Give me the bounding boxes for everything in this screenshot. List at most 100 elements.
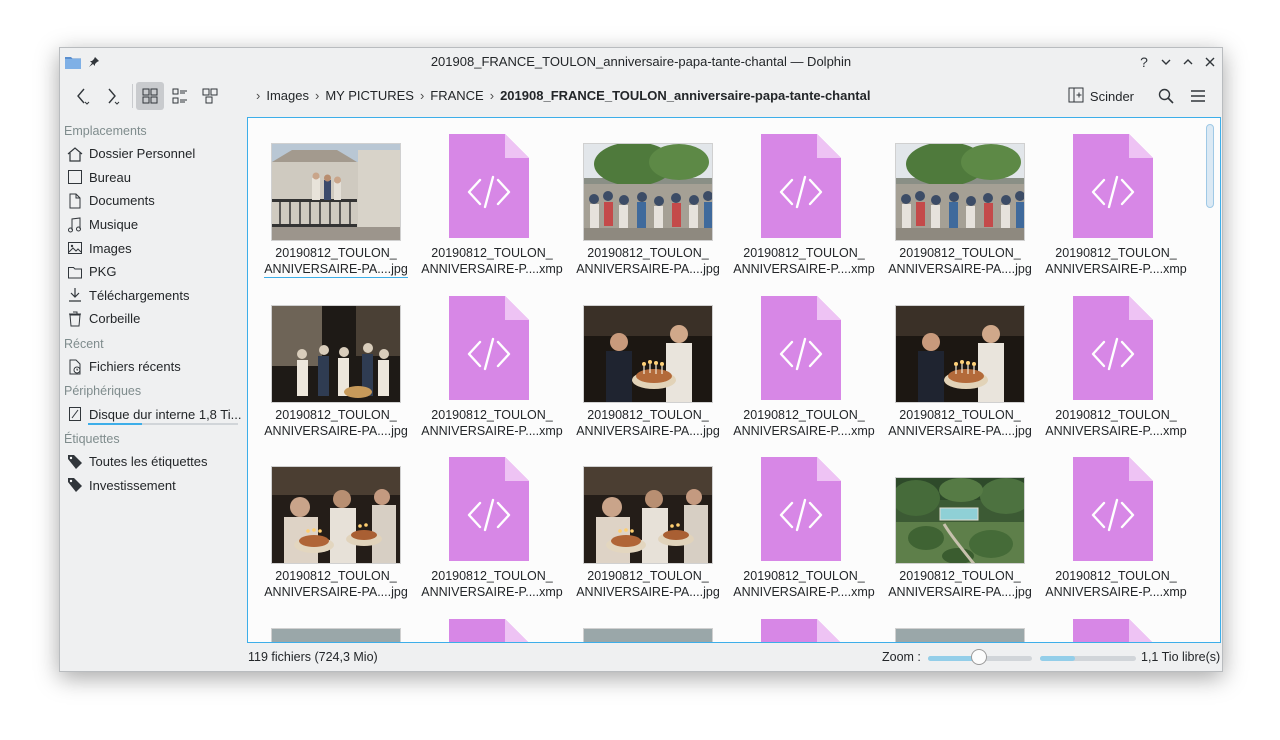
sidebar-item-recent-files[interactable]: Fichiers récents xyxy=(60,355,245,379)
sidebar-item-home[interactable]: Dossier Personnel xyxy=(60,142,245,166)
file-item-jpg[interactable]: 20190812_TOULON_ ANNIVERSAIRE-PA....jpg xyxy=(872,280,1032,440)
file-name-line2: ANNIVERSAIRE-P....xmp xyxy=(421,424,563,438)
sidebar-item-documents[interactable]: Documents xyxy=(60,189,245,213)
file-view[interactable]: 20190812_TOULON_ ANNIVERSAIRE-PA....jpg 20… xyxy=(247,117,1221,643)
tag-icon xyxy=(66,453,84,471)
folder-summary: 119 fichiers (724,3 Mio) xyxy=(248,650,378,664)
main-toolbar: › Images › MY PICTURES › FRANCE › 201908… xyxy=(60,76,1222,116)
file-name-line2: ANNIVERSAIRE-PA....jpg xyxy=(264,424,408,438)
sidebar-item-tag-investissement[interactable]: Investissement xyxy=(60,474,245,498)
breadcrumb-item-france[interactable]: FRANCE xyxy=(430,88,483,103)
sidebar-item-label: Disque dur interne 1,8 Ti... xyxy=(89,406,242,422)
file-item-xmp[interactable]: 20190812_TOULON_ ANNIVERSAIRE-P....xmp xyxy=(1028,441,1187,601)
file-item-jpg[interactable]: 20190812_TOULON_ ANNIVERSAIRE-PA....jpg xyxy=(248,280,408,440)
file-item-xmp[interactable]: 20190812_TOULON_ ANNIVERSAIRE-P....xmp xyxy=(404,280,563,440)
file-item-jpg[interactable]: 20190812_TOULON_ ANNIVERSAIRE-PA....jpg xyxy=(872,118,1032,278)
file-item-jpg[interactable]: 20190812_TOULON_ ANNIVERSAIRE-PA....jpg xyxy=(248,118,408,278)
file-name-line1: 20190812_TOULON_ xyxy=(587,408,709,422)
file-item-xmp[interactable]: 20190812_TOULON_ ANNIVERSAIRE-P....xmp xyxy=(716,441,875,601)
file-item-jpg[interactable]: 20190812_TOULON_ ANNIVERSAIRE-PA....jpg xyxy=(560,118,720,278)
pictures-icon xyxy=(66,239,84,257)
sidebar-item-all-tags[interactable]: Toutes les étiquettes xyxy=(60,450,245,474)
file-item-xmp[interactable]: 20190812_TOULON_ ANNIVERSAIRE-P....xmp xyxy=(716,280,875,440)
sidebar-item-pkg[interactable]: PKG xyxy=(60,260,245,284)
back-button[interactable] xyxy=(68,82,96,110)
photo-thumbnail xyxy=(895,305,1025,403)
file-name-line1: 20190812_TOULON_ xyxy=(587,246,709,260)
download-icon xyxy=(66,286,84,304)
xmp-file-icon xyxy=(449,296,529,400)
recent-files-icon xyxy=(66,358,84,376)
sidebar-item-downloads[interactable]: Téléchargements xyxy=(60,284,245,308)
file-item-jpg[interactable]: 20190812_TOULON_ ANNIVERSAIRE-PA....jpg xyxy=(560,441,720,601)
file-item-xmp[interactable]: 20190812_TOULON_ ANNIVERSAIRE-P....xmp xyxy=(716,118,875,278)
photo-thumbnail xyxy=(895,477,1025,564)
section-devices: Périphériques xyxy=(64,384,142,399)
file-item-jpg[interactable] xyxy=(560,603,713,642)
xmp-file-icon xyxy=(1073,619,1153,642)
file-item-jpg[interactable]: 20190812_TOULON_ ANNIVERSAIRE-PA....jpg xyxy=(872,441,1032,601)
search-button[interactable] xyxy=(1152,82,1180,110)
split-view-button[interactable]: Scinder xyxy=(1062,82,1140,110)
file-name-line2: ANNIVERSAIRE-P....xmp xyxy=(421,585,563,599)
maximize-button[interactable] xyxy=(1178,52,1198,72)
file-item-xmp[interactable]: 20190812_TOULON_ ANNIVERSAIRE-P....xmp xyxy=(1028,280,1187,440)
breadcrumb-item-current-folder[interactable]: 201908_FRANCE_TOULON_anniversaire-papa-t… xyxy=(500,88,870,103)
folder-icon xyxy=(66,263,84,281)
sidebar-item-desktop[interactable]: Bureau xyxy=(60,166,245,190)
file-item-xmp[interactable]: 20190812_TOULON_ ANNIVERSAIRE-P....xmp xyxy=(404,118,563,278)
sidebar-item-label: Investissement xyxy=(89,477,176,493)
sidebar-item-pictures[interactable]: Images xyxy=(60,236,245,260)
minimize-button[interactable] xyxy=(1156,52,1176,72)
compact-view-button[interactable] xyxy=(166,82,194,110)
help-button[interactable]: ? xyxy=(1134,52,1154,72)
zoom-slider-handle[interactable] xyxy=(971,649,987,665)
photo-thumbnail xyxy=(895,143,1025,241)
section-tags: Étiquettes xyxy=(64,431,120,446)
menu-button[interactable] xyxy=(1184,82,1212,110)
file-name-line2: ANNIVERSAIRE-PA....jpg xyxy=(264,262,408,278)
vertical-scrollbar[interactable] xyxy=(1206,124,1214,208)
file-name-line2: ANNIVERSAIRE-P....xmp xyxy=(1045,262,1187,276)
file-name-line1: 20190812_TOULON_ xyxy=(743,408,865,422)
file-item-jpg[interactable]: 20190812_TOULON_ ANNIVERSAIRE-PA....jpg xyxy=(560,280,720,440)
breadcrumb-item-images[interactable]: Images xyxy=(266,88,309,103)
sidebar-item-label: Dossier Personnel xyxy=(89,146,196,162)
breadcrumb-chevron-icon: › xyxy=(419,88,425,103)
forward-button[interactable] xyxy=(98,82,126,110)
file-item-jpg[interactable]: 20190812_TOULON_ ANNIVERSAIRE-PA....jpg xyxy=(248,441,408,601)
details-view-button[interactable] xyxy=(196,82,224,110)
file-name: 20190812_TOULON_ ANNIVERSAIRE-P....xmp xyxy=(716,245,892,277)
disk-capacity-bar xyxy=(88,422,238,425)
file-name: 20190812_TOULON_ ANNIVERSAIRE-P....xmp xyxy=(716,407,892,439)
file-name-line2: ANNIVERSAIRE-P....xmp xyxy=(733,262,875,276)
sidebar-item-internal-disk[interactable]: Disque dur interne 1,8 Ti... xyxy=(60,402,245,426)
xmp-file-icon xyxy=(761,619,841,642)
file-item-xmp[interactable] xyxy=(404,603,554,642)
file-item-xmp[interactable]: 20190812_TOULON_ ANNIVERSAIRE-P....xmp xyxy=(1028,118,1187,278)
sidebar-item-music[interactable]: Musique xyxy=(60,213,245,237)
file-name-line1: 20190812_TOULON_ xyxy=(899,569,1021,583)
split-view-label: Scinder xyxy=(1089,88,1134,104)
xmp-file-icon xyxy=(449,134,529,238)
sidebar-item-label: Fichiers récents xyxy=(89,359,181,375)
file-item-xmp[interactable]: 20190812_TOULON_ ANNIVERSAIRE-P....xmp xyxy=(404,441,563,601)
file-item-jpg[interactable] xyxy=(872,603,1025,642)
file-name-line2: ANNIVERSAIRE-PA....jpg xyxy=(576,262,720,276)
file-name-line2: ANNIVERSAIRE-PA....jpg xyxy=(576,585,720,599)
xmp-file-icon xyxy=(1073,296,1153,400)
file-item-jpg[interactable] xyxy=(248,603,401,642)
disk-capacity-fill xyxy=(88,422,142,425)
harddisk-icon xyxy=(66,405,84,423)
file-name-line2: ANNIVERSAIRE-PA....jpg xyxy=(888,585,1032,599)
file-item-xmp[interactable] xyxy=(1028,603,1178,642)
breadcrumb-item-my-pictures[interactable]: MY PICTURES xyxy=(325,88,414,103)
close-button[interactable] xyxy=(1200,52,1220,72)
search-icon xyxy=(1158,88,1174,104)
icons-view-button[interactable] xyxy=(136,82,164,110)
file-item-xmp[interactable] xyxy=(716,603,866,642)
file-name: 20190812_TOULON_ ANNIVERSAIRE-PA....jpg xyxy=(248,568,424,600)
hamburger-menu-icon xyxy=(1191,90,1205,102)
file-name-line2: ANNIVERSAIRE-P....xmp xyxy=(733,424,875,438)
sidebar-item-trash[interactable]: Corbeille xyxy=(60,307,245,331)
